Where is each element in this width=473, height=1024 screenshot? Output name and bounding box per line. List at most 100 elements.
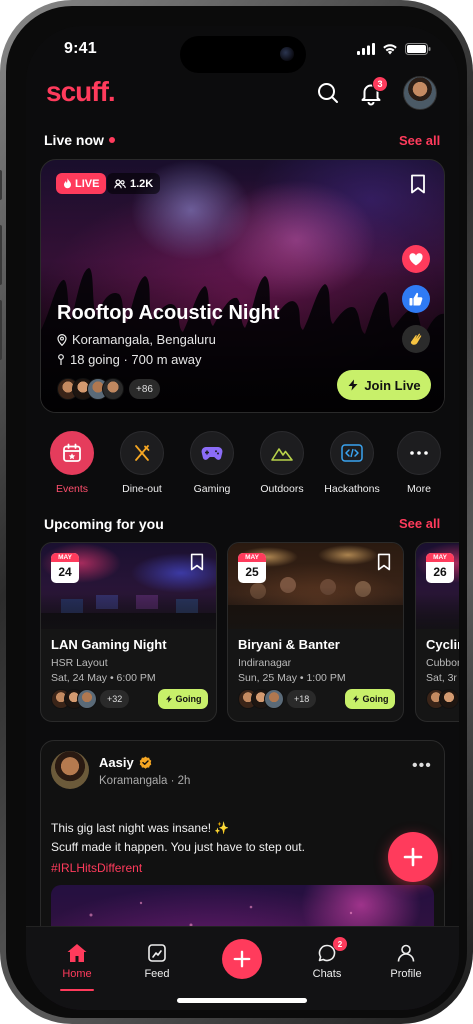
location-pin-icon	[57, 333, 67, 346]
user-avatar[interactable]	[403, 76, 437, 110]
going-button[interactable]: Going	[345, 689, 395, 709]
category-more[interactable]: More	[384, 431, 454, 495]
plus-icon	[233, 950, 251, 968]
utensils-icon	[120, 431, 164, 475]
join-live-button[interactable]: Join Live	[337, 370, 431, 400]
verified-badge-icon	[139, 756, 152, 769]
post-hashtag[interactable]: #IRLHitsDifferent	[51, 861, 142, 875]
live-badge: LIVE	[56, 173, 107, 194]
live-dot	[108, 137, 115, 144]
event-attendees: +18	[238, 689, 317, 709]
code-icon	[330, 431, 374, 475]
tab-feed-label: Feed	[144, 968, 170, 980]
event-place: Indiranagar	[238, 657, 292, 669]
bookmark-icon[interactable]	[409, 174, 427, 194]
bolt-icon	[348, 379, 358, 391]
thumbs-up-icon[interactable]	[402, 285, 430, 313]
going-label: Going	[175, 694, 202, 704]
attendee-count: +86	[129, 379, 160, 399]
post-author-name: Aasiy	[99, 755, 134, 770]
bolt-icon	[165, 695, 172, 703]
attendee-avatar	[439, 689, 459, 709]
phone-bezel: 9:41 scuff. 3 Live now See all LIVE 1.2K…	[6, 6, 467, 1018]
event-card[interactable]: MAY 25 Biryani & Banter Indiranagar Sun, …	[227, 542, 404, 722]
attendee-count: +32	[100, 690, 130, 708]
join-live-label: Join Live	[364, 377, 421, 393]
category-label: Hackathons	[324, 483, 380, 495]
event-card[interactable]: MAY 26 Cyclin Cubbon Sat, 3r	[415, 542, 459, 722]
date-day: 26	[433, 565, 447, 579]
dynamic-island	[180, 36, 306, 73]
phone-frame: 9:41 scuff. 3 Live now See all LIVE 1.2K…	[0, 0, 473, 1024]
live-event-card[interactable]: LIVE 1.2K Rooftop Acoustic Night Koraman…	[40, 159, 445, 413]
live-now-title: Live now	[44, 132, 104, 148]
category-label: More	[407, 483, 431, 495]
event-time: Sat, 3r	[426, 672, 457, 684]
event-attendees: +32	[51, 689, 130, 709]
post-author-avatar[interactable]	[51, 751, 89, 789]
signal-icon	[357, 43, 375, 55]
date-month: MAY	[51, 553, 79, 562]
volume-up-button	[0, 225, 2, 285]
camera-icon	[280, 47, 294, 61]
attendee-count: +18	[287, 690, 317, 708]
plus-icon	[403, 847, 423, 867]
category-outdoors[interactable]: Outdoors	[247, 431, 317, 495]
flame-icon	[64, 178, 71, 189]
date-chip: MAY 24	[51, 553, 79, 583]
volume-down-button	[0, 300, 2, 360]
post-text-line: Scuff made it happen. You just have to s…	[51, 840, 305, 854]
date-month: MAY	[426, 553, 454, 562]
create-post-button[interactable]	[222, 939, 262, 979]
hero-location: Koramangala, Bengaluru	[57, 332, 216, 347]
attendee-avatar	[264, 689, 284, 709]
wifi-icon	[383, 44, 397, 55]
tab-home[interactable]: Home	[47, 941, 107, 980]
status-time: 9:41	[64, 40, 97, 57]
going-label: Going	[362, 694, 389, 704]
bookmark-icon[interactable]	[189, 553, 205, 571]
tab-chats[interactable]: Chats	[297, 941, 357, 980]
tab-home-label: Home	[62, 968, 92, 980]
screen: 9:41 scuff. 3 Live now See all LIVE 1.2K…	[26, 26, 459, 1010]
bolt-icon	[352, 695, 359, 703]
create-fab-button[interactable]	[388, 832, 438, 882]
category-row: Events Dine-out Gaming Outdoors Hackatho…	[26, 431, 459, 511]
category-events[interactable]: Events	[37, 431, 107, 495]
event-title: Cyclin	[426, 637, 459, 652]
app-header: scuff. 3	[26, 74, 459, 114]
more-options-icon[interactable]: •••	[412, 757, 432, 775]
event-card[interactable]: MAY 24 LAN Gaming Night HSR Layout Sat, 2…	[40, 542, 217, 722]
post-author[interactable]: Aasiy	[99, 755, 152, 770]
event-title: LAN Gaming Night	[51, 637, 167, 652]
category-label: Dine-out	[122, 483, 162, 495]
feed-icon	[148, 944, 166, 962]
tab-feed[interactable]: Feed	[127, 941, 187, 980]
viewers-icon	[114, 178, 126, 188]
attendee-avatars[interactable]: +86	[57, 378, 160, 400]
attendee-avatar	[102, 378, 124, 400]
date-day: 25	[245, 565, 259, 579]
app-logo[interactable]: scuff.	[46, 76, 116, 108]
more-icon	[397, 431, 441, 475]
date-chip: MAY 25	[238, 553, 266, 583]
search-icon[interactable]	[315, 80, 341, 106]
hero-meta: 18 going · 700 m away	[57, 352, 202, 367]
event-place: Cubbon	[426, 657, 459, 669]
category-label: Outdoors	[260, 483, 304, 495]
going-button[interactable]: Going	[158, 689, 208, 709]
clap-icon[interactable]	[402, 325, 430, 353]
upcoming-see-all-link[interactable]: See all	[399, 516, 440, 531]
people-pin-icon	[58, 353, 64, 365]
status-icons	[357, 43, 431, 55]
category-dine-out[interactable]: Dine-out	[107, 431, 177, 495]
live-see-all-link[interactable]: See all	[399, 133, 440, 148]
category-label: Events	[55, 483, 89, 495]
category-gaming[interactable]: Gaming	[177, 431, 247, 495]
tab-profile[interactable]: Profile	[376, 941, 436, 980]
bookmark-icon[interactable]	[376, 553, 392, 571]
home-indicator[interactable]	[177, 998, 307, 1003]
heart-icon[interactable]	[402, 245, 430, 273]
mountain-icon	[260, 431, 304, 475]
category-hackathons[interactable]: Hackathons	[317, 431, 387, 495]
